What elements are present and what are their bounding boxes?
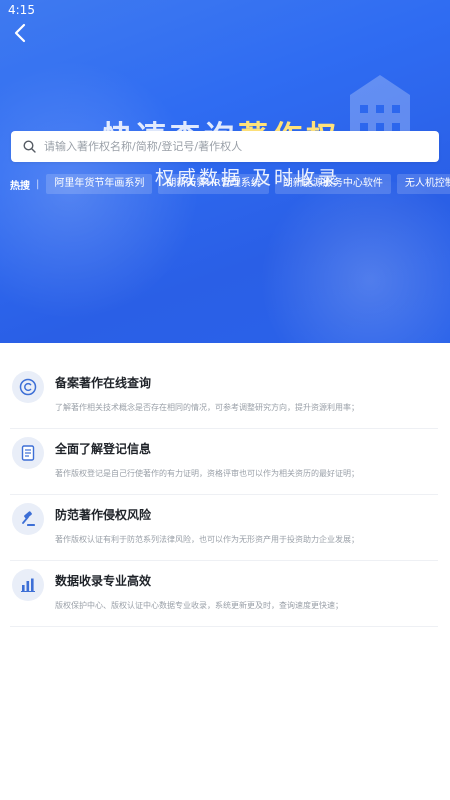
hot-tag[interactable]: 无人机控制器校准系统 xyxy=(396,174,450,194)
bar-chart-icon xyxy=(12,569,44,601)
feature-title: 数据收录专业高效 xyxy=(55,574,152,588)
feature-title: 防范著作侵权风险 xyxy=(55,508,152,522)
feature-desc: 版权保护中心、版权认证中心数据专业收录，系统更新更及时，查询速度更快速； xyxy=(55,601,343,610)
search-input[interactable] xyxy=(44,140,439,153)
feature-title: 备案著作在线查询 xyxy=(55,376,152,390)
feature-desc: 了解著作相关技术概念是否存在相同的情况，可参考调整研究方向，提升资源利用率； xyxy=(55,403,359,412)
feature-item: 数据收录专业高效 版权保护中心、版权认证中心数据专业收录，系统更新更及时，查询速… xyxy=(10,561,438,627)
status-bar-time: 4:15 xyxy=(8,3,35,17)
hero-banner: 4:15 快速查询著作权 权威数据 及时收录 热搜 | 阿里年货节年画系列 朗新… xyxy=(0,0,450,343)
feature-item: 全面了解登记信息 著作版权登记是自己行使著作的有力证明，资格评审也可以作为相关资… xyxy=(10,429,438,495)
hot-search-separator: | xyxy=(36,178,40,190)
hot-tag[interactable]: 朗新能源服务中心软件 xyxy=(274,174,391,194)
document-icon xyxy=(12,437,44,469)
feature-desc: 著作版权认证有利于防范系列法律风险，也可以作为无形资产用于投资助力企业发展； xyxy=(55,535,359,544)
feature-desc: 著作版权登记是自己行使著作的有力证明，资格评审也可以作为相关资历的最好证明； xyxy=(55,469,359,478)
hero-glow xyxy=(250,180,450,343)
hot-search-label: 热搜 xyxy=(10,180,30,192)
chevron-left-icon xyxy=(14,23,26,43)
hot-search-row: 热搜 | 阿里年货节年画系列 朗新天霁HR管理系统 朗新能源服务中心软件 无人机… xyxy=(10,174,450,194)
gavel-icon xyxy=(12,503,44,535)
hot-tag[interactable]: 阿里年货节年画系列 xyxy=(46,174,153,194)
copyright-icon xyxy=(12,371,44,403)
feature-title: 全面了解登记信息 xyxy=(55,442,152,456)
feature-item: 防范著作侵权风险 著作版权认证有利于防范系列法律风险，也可以作为无形资产用于投资… xyxy=(10,495,438,561)
search-bar[interactable] xyxy=(11,131,439,162)
search-icon xyxy=(23,140,36,153)
back-button[interactable] xyxy=(8,20,32,46)
feature-item: 备案著作在线查询 了解著作相关技术概念是否存在相同的情况，可参考调整研究方向，提… xyxy=(10,363,438,429)
feature-list: 备案著作在线查询 了解著作相关技术概念是否存在相同的情况，可参考调整研究方向，提… xyxy=(10,363,438,627)
hot-tag[interactable]: 朗新天霁HR管理系统 xyxy=(158,174,269,194)
